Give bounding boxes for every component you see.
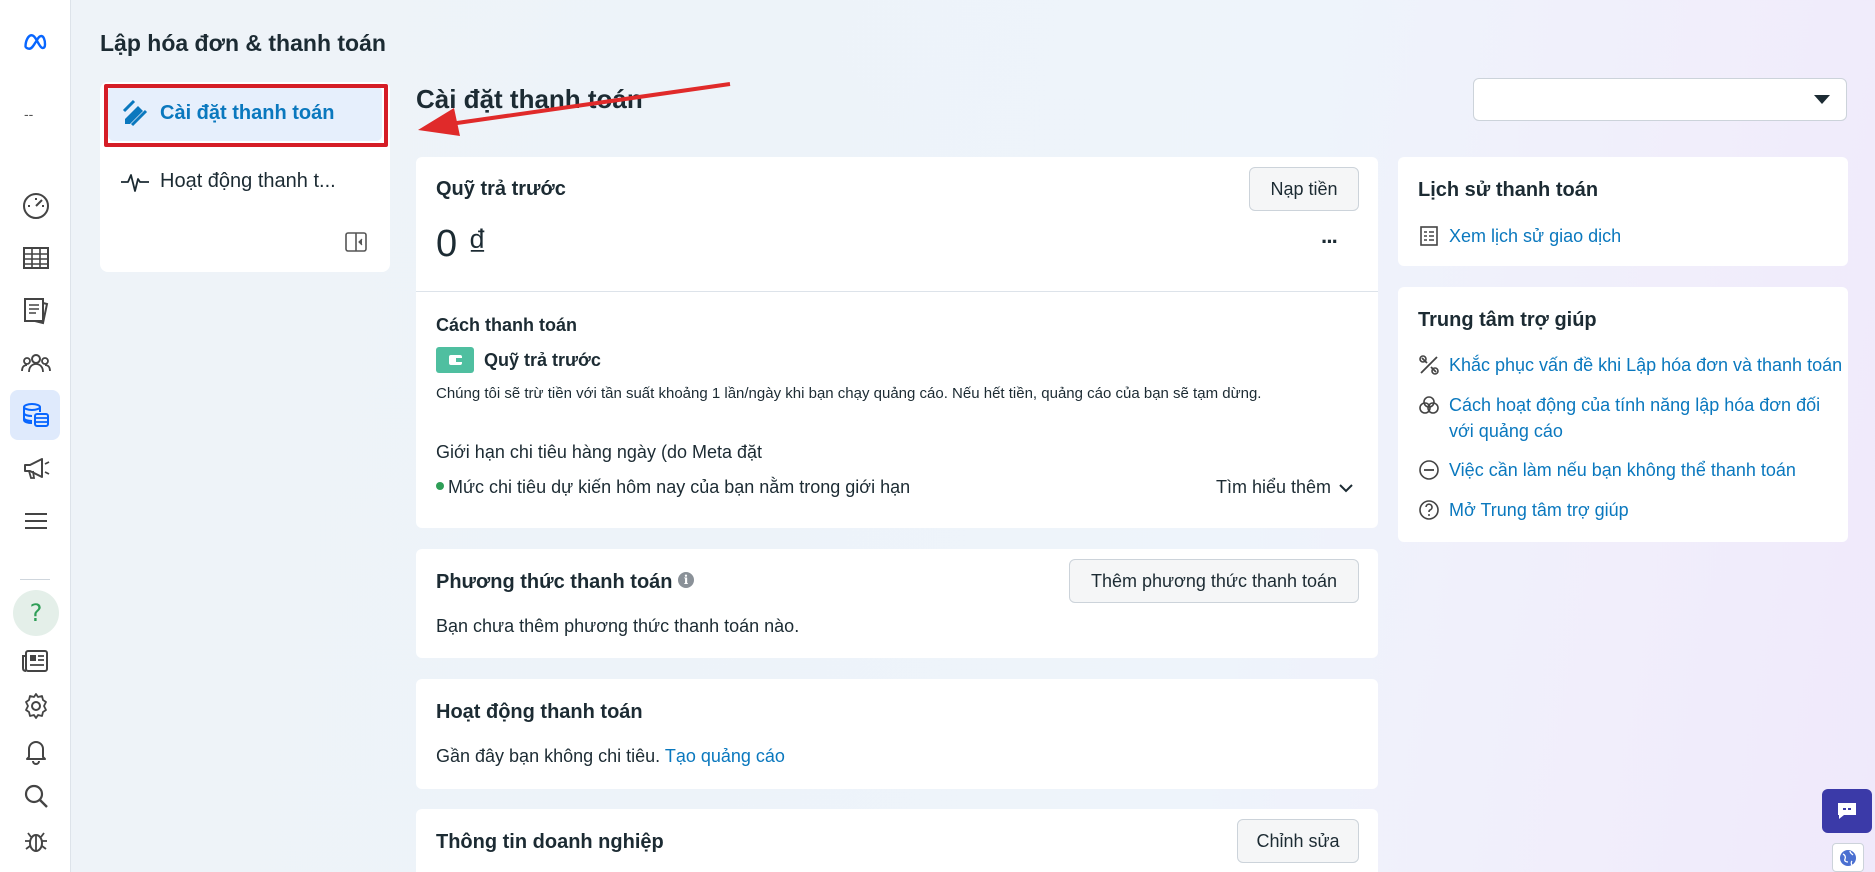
payment-method-heading: Cách thanh toán [436,315,578,335]
meta-logo-icon[interactable] [16,22,56,62]
circles-icon [1419,396,1439,414]
gear-icon[interactable] [16,686,56,726]
more-options-icon[interactable]: ··· [1321,229,1339,255]
billing-icon[interactable] [10,390,60,440]
daily-limit-label: Giới hạn chi tiêu hàng ngày (do Meta đặt [436,442,763,462]
help-link-open-help-center[interactable]: Mở Trung tâm trợ giúp [1418,497,1629,523]
payment-activity-title: Hoạt động thanh toán [436,701,643,723]
payment-activity-text: Gần đây bạn không chi tiêu. Tạo quảng cá… [436,746,785,767]
menu-icon[interactable] [16,501,56,541]
balance-amount: 0 ₫ [436,223,487,266]
view-transactions-label: Xem lịch sử giao dịch [1449,226,1622,246]
account-dash: -- [24,106,34,122]
payment-methods-card: Phương thức thanh toán i Thêm phương thứ… [416,549,1378,658]
add-funds-button[interactable]: Nạp tiền [1249,167,1359,211]
balance-value: 0 [436,223,458,265]
bell-icon[interactable] [16,731,56,771]
audience-icon[interactable] [16,343,56,383]
payment-activity-card: Hoạt động thanh toán Gần đây bạn không c… [416,679,1378,789]
balance-currency: ₫ [467,223,488,265]
highlight-box [104,84,388,147]
pulse-icon [121,173,149,192]
help-link-label: Khắc phục vấn đề khi Lập hóa đơn và than… [1449,355,1843,375]
megaphone-icon[interactable] [16,448,56,488]
business-info-title: Thông tin doanh nghiệp [436,831,664,853]
payment-methods-title: Phương thức thanh toán [436,571,673,593]
page-title: Lập hóa đơn & thanh toán [100,30,386,56]
minus-circle-icon [1419,460,1439,480]
help-link-label: Việc cần làm nếu bạn không thể thanh toá… [1449,460,1796,480]
subnav-item-payment-settings[interactable]: Cài đặt thanh toán [104,84,388,147]
help-link-label: Cách hoạt động của tính năng lập hóa đơn… [1449,395,1821,441]
payment-method-name: Quỹ trả trước [484,350,601,370]
help-link-troubleshoot[interactable]: Khắc phục vấn đề khi Lập hóa đơn và than… [1418,352,1842,378]
question-circle-icon [1419,500,1439,520]
status-dot-icon [436,482,444,490]
caret-down-icon [1814,95,1830,104]
view-transactions-link[interactable]: Xem lịch sử giao dịch [1418,223,1621,249]
collapse-panel-icon[interactable] [344,230,368,254]
wallet-icon [436,347,474,373]
prepaid-funds-title: Quỹ trả trước [436,178,566,200]
rail-divider [20,579,50,580]
help-link-cant-pay[interactable]: Việc cần làm nếu bạn không thể thanh toá… [1418,457,1796,483]
annotation-arrow [418,82,731,136]
prepaid-funds-card: Quỹ trả trước Nạp tiền 0 ₫ ··· Cách than… [416,157,1378,528]
billing-subnav: Cài đặt thanh toán Hoạt động thanh t... [100,82,390,272]
help-link-how-billing-works[interactable]: Cách hoạt động của tính năng lập hóa đơn… [1418,392,1838,444]
pages-icon[interactable] [16,291,56,331]
account-selector[interactable] [1473,78,1847,121]
info-icon[interactable]: i [678,572,694,588]
help-center-card: Trung tâm trợ giúp Khắc phục vấn đề khi … [1398,287,1848,542]
business-info-card: Thông tin doanh nghiệp Chỉnh sửa [416,809,1378,872]
left-rail: -- ? [0,0,71,872]
payment-history-title: Lịch sử thanh toán [1418,179,1599,201]
help-link-label: Mở Trung tâm trợ giúp [1449,500,1629,520]
learn-more-link[interactable]: Tìm hiểu thêm [1216,477,1331,498]
receipt-icon [1420,226,1438,246]
chat-bubble-icon [1838,803,1856,819]
language-button[interactable] [1832,843,1864,872]
bug-icon[interactable] [16,821,56,861]
help-icon[interactable]: ? [13,590,59,636]
edit-button[interactable]: Chỉnh sửa [1237,819,1359,863]
add-payment-method-button[interactable]: Thêm phương thức thanh toán [1069,559,1359,603]
gauge-icon[interactable] [16,185,56,225]
card-divider [416,291,1378,292]
globe-icon [1840,849,1856,866]
help-center-title: Trung tâm trợ giúp [1418,309,1597,331]
subnav-item-payment-activity[interactable]: Hoạt động thanh t... [108,154,382,209]
no-spend-text: Gần đây bạn không chi tiêu. [436,746,661,766]
chevron-down-icon[interactable] [1338,481,1354,495]
payment-history-card: Lịch sử thanh toán Xem lịch sử giao dịch [1398,157,1848,266]
daily-limit-status: Mức chi tiêu dự kiến hôm nay của bạn nằm… [448,477,911,497]
chat-button[interactable] [1822,789,1872,833]
create-ad-link[interactable]: Tạo quảng cáo [665,746,785,766]
search-icon[interactable] [16,776,56,816]
payment-method-description: Chúng tôi sẽ trừ tiền với tần suất khoản… [436,385,1262,402]
subnav-item-label: Hoạt động thanh t... [160,170,336,192]
news-icon[interactable] [16,641,56,681]
table-icon[interactable] [16,238,56,278]
payment-methods-empty: Bạn chưa thêm phương thức thanh toán nào… [436,616,800,636]
tools-icon [1419,355,1439,375]
